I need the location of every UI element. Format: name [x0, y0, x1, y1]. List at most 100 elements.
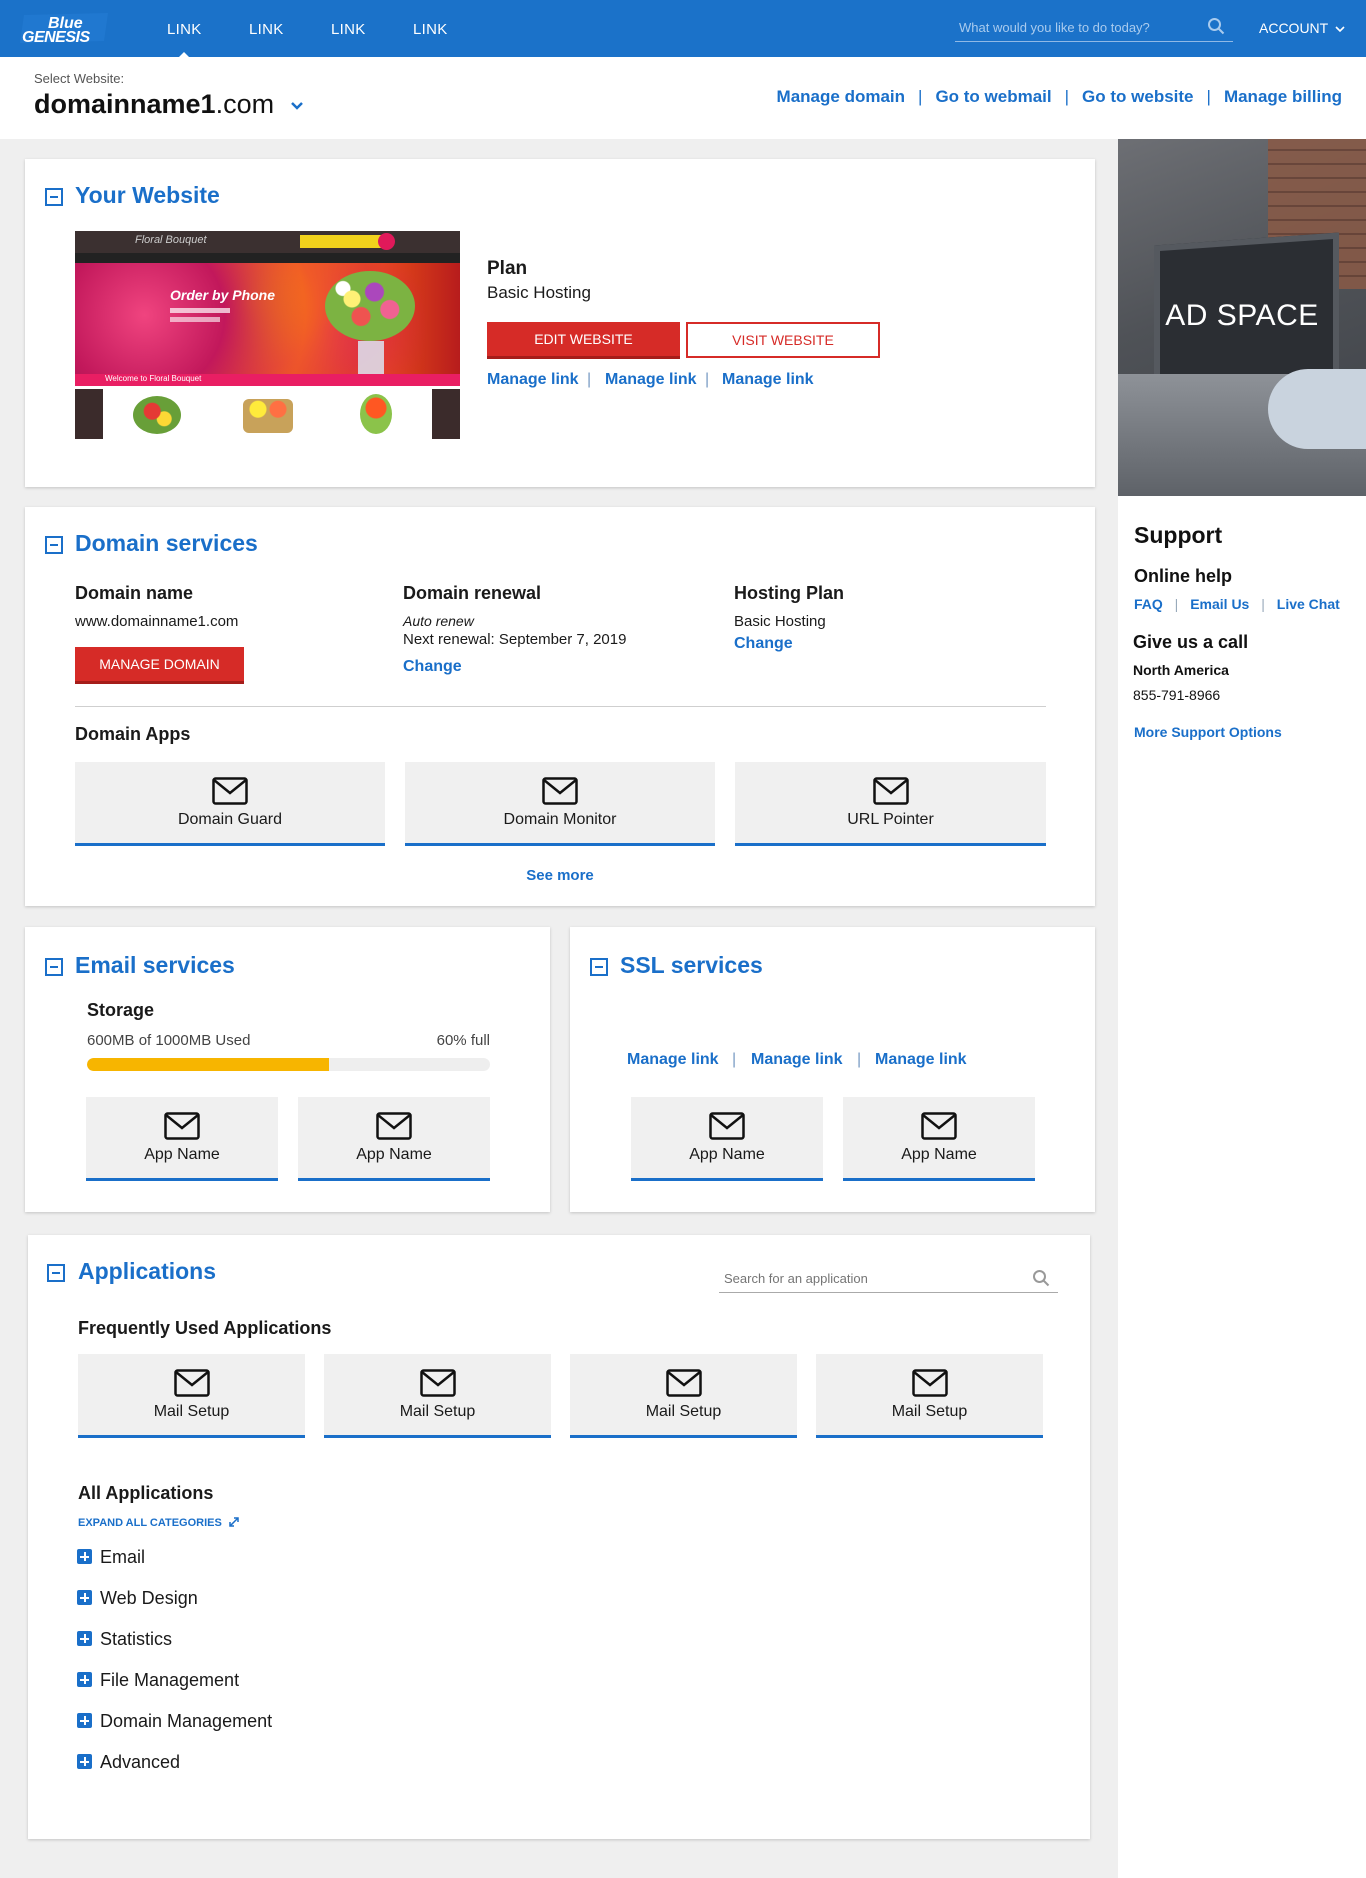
applications-card: Applications Frequently Used Application…	[28, 1235, 1090, 1839]
mail-icon	[709, 1112, 745, 1140]
top-navigation-bar: Blue GENESIS LINK LINK LINK LINK ACCOUNT	[0, 0, 1366, 59]
email-app-tile-1[interactable]: App Name	[86, 1097, 278, 1181]
renewal-mode: Auto renew	[403, 613, 474, 629]
collapse-icon[interactable]	[590, 958, 608, 976]
account-menu[interactable]: ACCOUNT	[1259, 20, 1345, 36]
preview-flower-3	[360, 394, 392, 434]
email-us-link[interactable]: Email Us	[1190, 596, 1249, 612]
blue-genesis-logo[interactable]: Blue GENESIS	[18, 11, 110, 45]
category-web-design[interactable]: Web Design	[77, 1588, 198, 1609]
domain-guard-tile[interactable]: Domain Guard	[75, 762, 385, 846]
quick-links: Manage domain | Go to webmail | Go to websit…	[777, 87, 1342, 107]
frequent-app-tile-4[interactable]: Mail Setup	[816, 1354, 1043, 1438]
nav-link-2[interactable]: LINK	[249, 21, 284, 38]
mail-icon	[376, 1112, 412, 1140]
mail-icon	[872, 777, 909, 805]
manage-link-1[interactable]: Manage link	[487, 371, 579, 389]
preview-brand: Floral Bouquet	[135, 234, 207, 246]
chevron-down-icon	[1335, 26, 1345, 33]
manage-link-3[interactable]: Manage link	[722, 371, 814, 389]
collapse-icon[interactable]	[45, 188, 63, 206]
visit-website-button[interactable]: VISIT WEBSITE	[686, 322, 880, 358]
tile-label: Mail Setup	[645, 1403, 722, 1420]
search-icon[interactable]	[1207, 17, 1225, 35]
manage-link-2[interactable]: Manage link	[605, 371, 697, 389]
see-more-link[interactable]: See more	[25, 867, 1095, 884]
hosting-plan-value: Basic Hosting	[734, 613, 826, 630]
collapse-icon[interactable]	[47, 1264, 65, 1282]
category-file-management[interactable]: File Management	[77, 1670, 239, 1691]
nav-link-1[interactable]: LINK	[167, 21, 202, 59]
email-app-tile-2[interactable]: App Name	[298, 1097, 490, 1181]
email-services-title: Email services	[75, 952, 235, 978]
website-preview-thumbnail[interactable]: Floral Bouquet Order by Phone Welcome to…	[75, 231, 460, 439]
all-apps-heading: All Applications	[78, 1483, 214, 1503]
storage-percent-text: 60% full	[436, 1032, 490, 1049]
ad-space[interactable]: AD SPACE	[1118, 139, 1366, 496]
ssl-manage-link-2[interactable]: Manage link	[751, 1051, 843, 1069]
search-icon[interactable]	[1032, 1269, 1050, 1287]
category-domain-management[interactable]: Domain Management	[77, 1711, 272, 1732]
ssl-services-card: SSL services Manage link | Manage link |…	[570, 927, 1095, 1212]
application-search-input[interactable]	[719, 1265, 1019, 1291]
global-search-input[interactable]	[955, 13, 1195, 41]
svg-text:GENESIS: GENESIS	[22, 29, 90, 45]
separator: |	[705, 371, 710, 388]
category-advanced[interactable]: Advanced	[77, 1752, 180, 1773]
url-pointer-tile[interactable]: URL Pointer	[735, 762, 1046, 846]
separator: |	[1206, 87, 1211, 106]
online-help-heading: Online help	[1134, 566, 1233, 586]
tile-label: App Name	[356, 1146, 432, 1163]
more-support-options-link[interactable]: More Support Options	[1134, 724, 1282, 740]
mail-icon	[542, 777, 578, 805]
nav-link-3[interactable]: LINK	[331, 21, 366, 38]
frequent-app-tile-1[interactable]: Mail Setup	[78, 1354, 305, 1438]
manage-domain-link[interactable]: Manage domain	[777, 87, 905, 106]
go-to-website-link[interactable]: Go to website	[1082, 87, 1193, 106]
hosting-plan-heading: Hosting Plan	[734, 583, 845, 603]
tile-label: App Name	[689, 1146, 765, 1163]
faq-link[interactable]: FAQ	[1134, 596, 1163, 612]
category-label: Web Design	[100, 1588, 198, 1608]
edit-website-button[interactable]: EDIT WEBSITE	[487, 322, 680, 359]
tile-label: Mail Setup	[153, 1403, 230, 1420]
category-label: File Management	[100, 1670, 240, 1690]
manage-domain-button[interactable]: MANAGE DOMAIN	[75, 647, 244, 684]
preview-vase	[358, 341, 384, 377]
manage-billing-link[interactable]: Manage billing	[1224, 87, 1342, 106]
frequent-app-tile-2[interactable]: Mail Setup	[324, 1354, 551, 1438]
domain-renewal-heading: Domain renewal	[403, 583, 542, 603]
nav-link-4[interactable]: LINK	[413, 21, 448, 38]
hosting-change-link[interactable]: Change	[734, 635, 793, 653]
ssl-manage-link-1[interactable]: Manage link	[627, 1051, 719, 1069]
collapse-icon[interactable]	[45, 958, 63, 976]
preview-text-line	[170, 308, 230, 313]
ssl-manage-link-3[interactable]: Manage link	[875, 1051, 967, 1069]
ssl-app-tile-2[interactable]: App Name	[843, 1097, 1035, 1181]
ssl-app-tile-1[interactable]: App Name	[631, 1097, 823, 1181]
category-statistics[interactable]: Statistics	[77, 1629, 172, 1650]
expand-plus-icon	[77, 1713, 92, 1728]
collapse-icon[interactable]	[45, 536, 63, 554]
storage-progress-bar	[87, 1058, 490, 1071]
preview-badge	[378, 233, 395, 250]
domain-services-title: Domain services	[75, 530, 258, 556]
website-dropdown[interactable]: domainname1.com	[34, 89, 304, 120]
frequent-app-tile-3[interactable]: Mail Setup	[570, 1354, 797, 1438]
live-chat-link[interactable]: Live Chat	[1277, 596, 1340, 612]
go-to-webmail-link[interactable]: Go to webmail	[935, 87, 1051, 106]
mail-icon	[173, 1369, 210, 1397]
application-search	[719, 1265, 1058, 1293]
category-email[interactable]: Email	[77, 1547, 145, 1568]
preview-welcome-text: Welcome to Floral Bouquet	[105, 374, 202, 383]
expand-plus-icon	[77, 1549, 92, 1564]
expand-all-categories-link[interactable]: EXPAND ALL CATEGORIES	[78, 1516, 240, 1529]
plan-heading: Plan	[487, 258, 528, 279]
select-website-label: Select Website:	[34, 71, 125, 86]
domain-monitor-tile[interactable]: Domain Monitor	[405, 762, 715, 846]
storage-used-text: 600MB of 1000MB Used	[87, 1032, 251, 1049]
preview-side-right	[432, 389, 460, 439]
storage-progress-fill	[87, 1058, 329, 1071]
renewal-change-link[interactable]: Change	[403, 658, 462, 676]
frequent-apps-heading: Frequently Used Applications	[78, 1318, 332, 1338]
